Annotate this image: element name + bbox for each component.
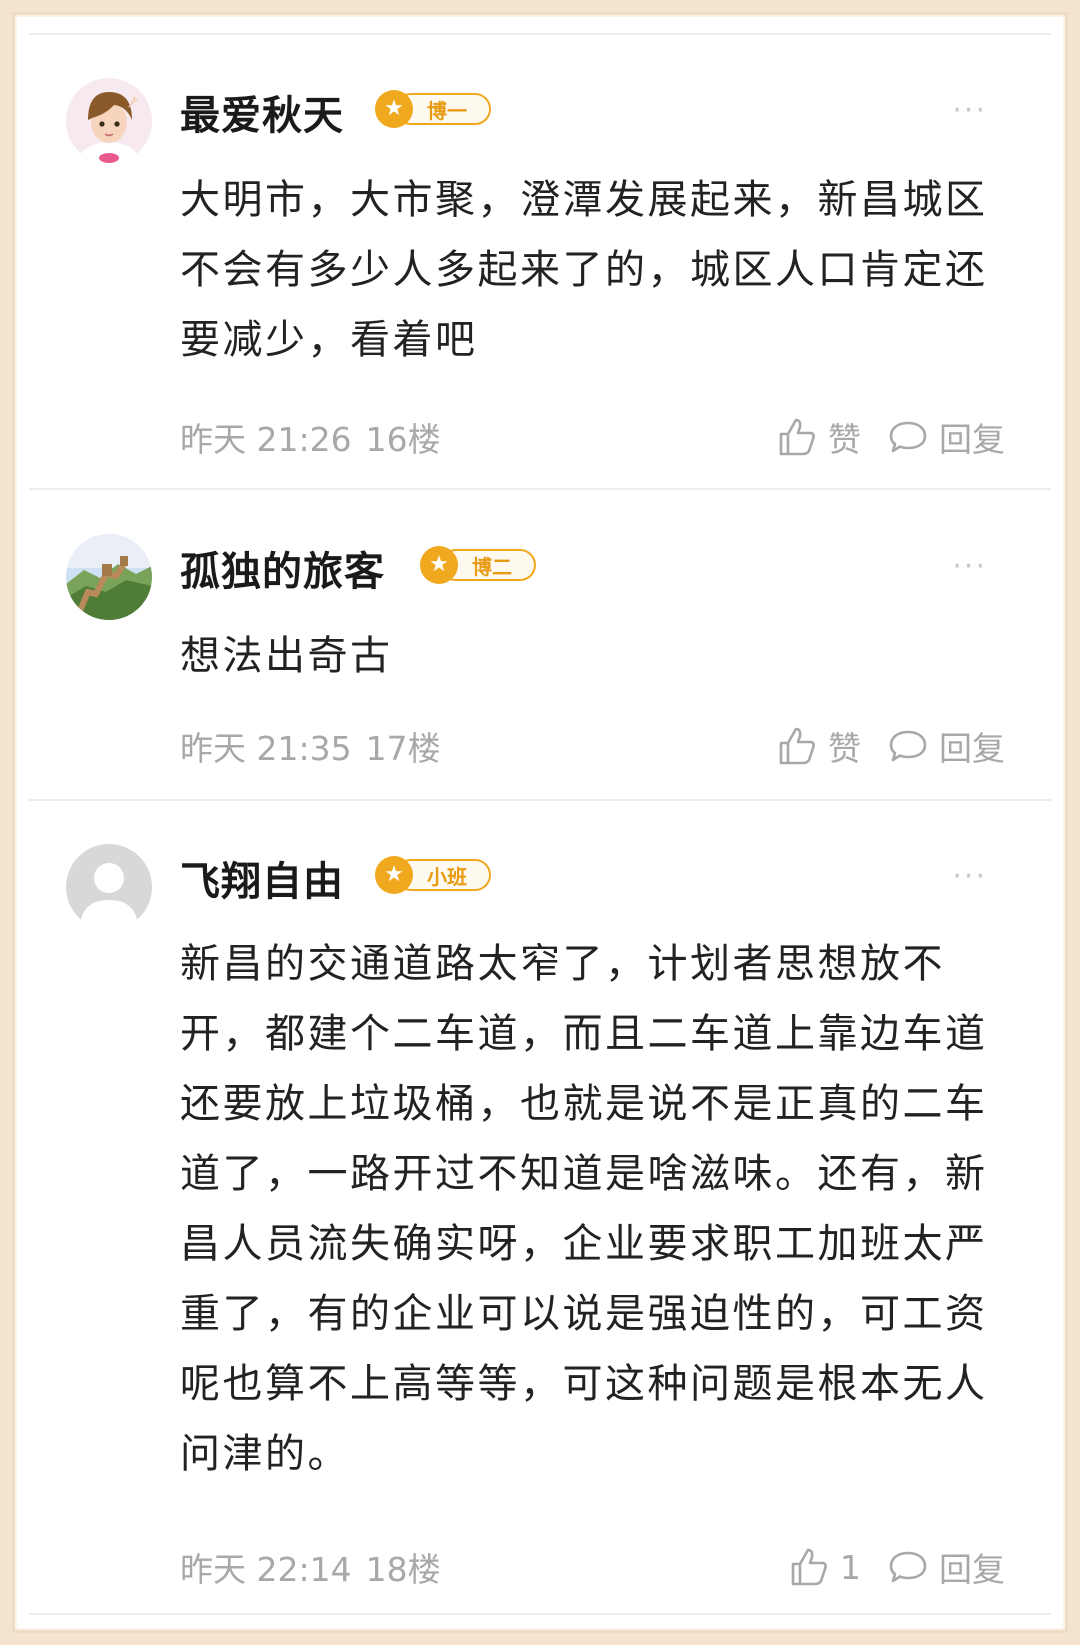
divider	[29, 1613, 1051, 1615]
speech-bubble-icon	[889, 730, 927, 762]
timestamp: 昨天 22:14	[180, 1550, 352, 1589]
comment-meta: 昨天 22:14 18楼	[180, 1543, 441, 1591]
comment-actions: 1 回复	[788, 1543, 1005, 1591]
comment-text: 大明市，大市聚，澄潭发展起来，新昌城区不会有多少人多起来了的，城区人口肯定还要减…	[180, 177, 988, 363]
like-button[interactable]: 1	[788, 1546, 861, 1588]
star-medal-icon: ★	[420, 546, 458, 584]
divider	[29, 33, 1051, 35]
username[interactable]: 飞翔自由	[180, 849, 344, 907]
reply-button[interactable]: 回复	[887, 1543, 1005, 1591]
comment-text: 想法出奇古	[180, 633, 393, 679]
great-wall-avatar	[66, 534, 152, 620]
anime-girl-avatar	[66, 78, 152, 164]
avatar[interactable]	[66, 78, 152, 164]
comment-text: 新昌的交通道路太窄了，计划者思想放不开，都建个二车道，而且二车道上靠边车道还要放…	[180, 941, 988, 1477]
divider	[29, 799, 1051, 801]
like-button[interactable]: 赞	[776, 413, 861, 461]
timestamp: 昨天 21:35	[180, 729, 352, 768]
level-badge: ★ 博二	[420, 546, 536, 584]
reply-label: 回复	[939, 1550, 1005, 1589]
thumbs-up-icon	[791, 1548, 827, 1586]
comment-actions: 赞 回复	[776, 413, 1005, 461]
comment-meta: 昨天 21:35 17楼	[180, 722, 441, 770]
more-options-icon[interactable]: ···	[952, 549, 987, 584]
speech-bubble-icon	[889, 1551, 927, 1583]
like-label: 赞	[828, 729, 861, 768]
username[interactable]: 最爱秋天	[180, 83, 344, 141]
divider	[29, 488, 1051, 490]
like-button[interactable]: 赞	[776, 722, 861, 770]
username[interactable]: 孤独的旅客	[180, 539, 385, 597]
like-label: 赞	[828, 420, 861, 459]
floor-number: 18楼	[365, 1550, 441, 1589]
comment-list: 最爱秋天 ★ 博一 ··· 大明市，大市聚，澄潭发展起来，新昌城区不会有多少人多…	[12, 12, 1068, 1633]
comment-meta: 昨天 21:26 16楼	[180, 413, 441, 461]
reply-button[interactable]: 回复	[887, 722, 1005, 770]
speech-bubble-icon	[889, 421, 927, 453]
more-options-icon[interactable]: ···	[952, 93, 987, 128]
like-count: 1	[840, 1547, 861, 1587]
level-badge: ★ 小班	[375, 856, 491, 894]
floor-number: 17楼	[365, 729, 441, 768]
star-medal-icon: ★	[375, 90, 413, 128]
avatar[interactable]	[66, 844, 152, 930]
comment-actions: 赞 回复	[776, 722, 1005, 770]
reply-button[interactable]: 回复	[887, 413, 1005, 461]
default-person-avatar	[66, 844, 152, 930]
level-badge: ★ 博一	[375, 90, 491, 128]
more-options-icon[interactable]: ···	[952, 859, 987, 894]
timestamp: 昨天 21:26	[180, 420, 352, 459]
thumbs-up-icon	[779, 727, 815, 765]
star-medal-icon: ★	[375, 856, 413, 894]
thumbs-up-icon	[779, 418, 815, 456]
floor-number: 16楼	[365, 420, 441, 459]
reply-label: 回复	[939, 420, 1005, 459]
avatar[interactable]	[66, 534, 152, 620]
reply-label: 回复	[939, 729, 1005, 768]
